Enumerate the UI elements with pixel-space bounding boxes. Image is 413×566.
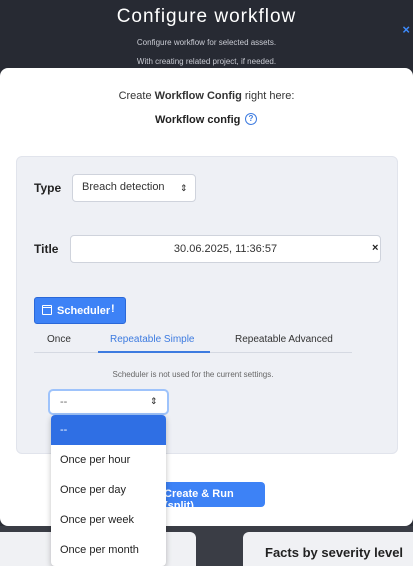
create-run-button[interactable]: Create & Run (split) bbox=[150, 482, 265, 512]
calendar-icon bbox=[42, 305, 52, 315]
close-icon[interactable]: × bbox=[402, 22, 410, 37]
tab-repeatable-advanced[interactable]: Repeatable Advanced bbox=[235, 334, 333, 345]
option-once-per-week[interactable]: Once per week bbox=[51, 505, 166, 535]
title-input[interactable]: 30.06.2025, 11:36:57 bbox=[70, 235, 381, 263]
facts-card-title: Facts by severity level bbox=[265, 545, 404, 560]
intro-text: Create Workflow Config right here: bbox=[0, 90, 413, 102]
option-once-per-month[interactable]: Once per month bbox=[51, 535, 166, 565]
clear-icon[interactable]: × bbox=[372, 242, 378, 254]
schedule-sort-icon: ⇕ bbox=[150, 396, 158, 406]
option-once-per-hour[interactable]: Once per hour bbox=[51, 445, 166, 475]
intro-bold: Workflow Config bbox=[154, 90, 242, 102]
intro-suffix: right here: bbox=[241, 90, 295, 102]
help-icon[interactable]: ? bbox=[245, 113, 257, 125]
page-subtitle-1: Configure workflow for selected assets. bbox=[136, 38, 277, 47]
sort-icon: ⇕ bbox=[180, 183, 188, 193]
type-select[interactable]: Breach detection bbox=[72, 174, 196, 202]
tab-once[interactable]: Once bbox=[47, 334, 71, 345]
schedule-select-value: -- bbox=[60, 396, 68, 408]
tab-repeatable-simple[interactable]: Repeatable Simple bbox=[110, 334, 195, 345]
intro-prefix: Create bbox=[118, 90, 155, 102]
option-once-per-day[interactable]: Once per day bbox=[51, 475, 166, 505]
title-label: Title bbox=[34, 242, 59, 256]
type-select-value: Breach detection bbox=[82, 181, 165, 193]
schedule-dropdown: -- Once per hour Once per day Once per w… bbox=[51, 415, 166, 566]
info-icon: ! bbox=[111, 303, 115, 315]
page-title: Configure workflow bbox=[116, 6, 297, 27]
workflow-config-label: Workflow config bbox=[155, 114, 241, 126]
type-label: Type bbox=[34, 181, 62, 195]
scheduler-note: Scheduler is not used for the current se… bbox=[112, 370, 274, 379]
page-subtitle-2: With creating related project, if needed… bbox=[136, 57, 277, 66]
option-none[interactable]: -- bbox=[51, 415, 166, 445]
active-tab-indicator bbox=[98, 351, 210, 353]
